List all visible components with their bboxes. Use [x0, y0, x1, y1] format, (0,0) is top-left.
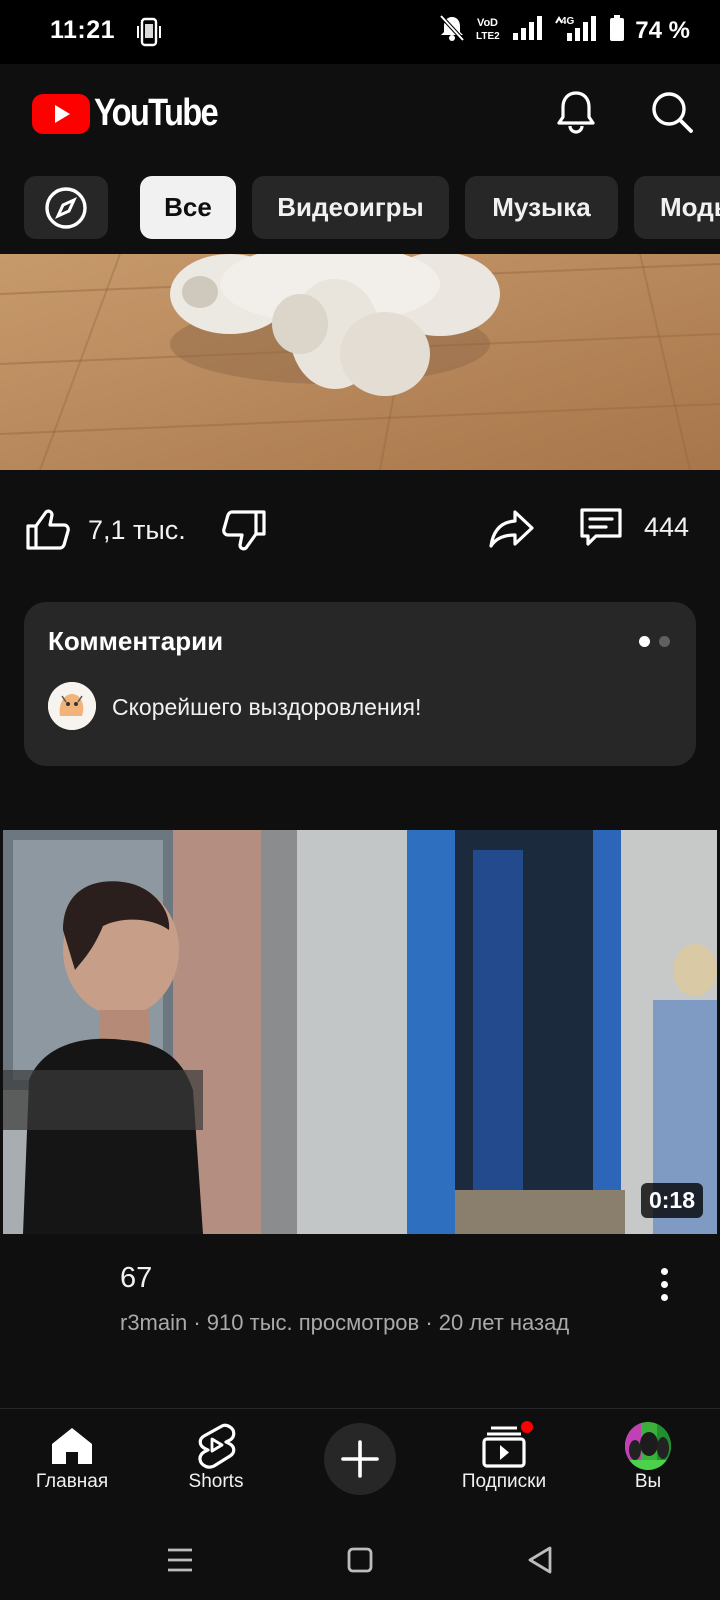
status-time: 11:21: [50, 16, 116, 44]
chip-all[interactable]: Все: [140, 176, 236, 239]
video-thumbnail[interactable]: 0:18: [3, 830, 717, 1234]
status-bar: 11:21 Vo D LTE2 4G 74 %: [0, 0, 720, 64]
bottom-nav: Главная Shorts Подписки Вы: [0, 1408, 720, 1520]
mute-icon: [439, 14, 465, 47]
logo-text: YouTube: [94, 92, 219, 134]
nav-subscriptions[interactable]: Подписки: [432, 1409, 576, 1521]
svg-text:D: D: [490, 17, 498, 29]
nav-shorts-label: Shorts: [188, 1471, 244, 1492]
battery-icon: [609, 14, 625, 47]
compass-icon: [45, 186, 87, 229]
svg-text:Vo: Vo: [477, 17, 491, 29]
signal-icon: [511, 15, 543, 46]
video-thumbnail-top[interactable]: [0, 254, 720, 470]
chip-videogames[interactable]: Видеоигры: [252, 176, 449, 239]
svg-text:LTE2: LTE2: [476, 31, 500, 42]
recents-icon[interactable]: [158, 1538, 202, 1582]
commenter-avatar: [48, 682, 96, 730]
create-button[interactable]: [324, 1423, 396, 1495]
thumbs-up-icon: [26, 509, 70, 550]
shorts-icon: [193, 1423, 239, 1469]
more-options-icon[interactable]: [648, 1262, 680, 1306]
carousel-dot-active: [639, 636, 650, 647]
comments-card[interactable]: Комментарии Скорейшего выздоровления!: [24, 602, 696, 766]
carousel-dots: [639, 636, 670, 647]
share-button[interactable]: [488, 508, 534, 550]
explore-chip[interactable]: [24, 176, 108, 239]
nav-home[interactable]: Главная: [0, 1409, 144, 1521]
comment-icon: [580, 508, 622, 546]
battery-percent: 74 %: [635, 16, 690, 44]
like-button[interactable]: 7,1 тыс.: [24, 508, 186, 552]
video-duration: 0:18: [640, 1183, 703, 1218]
video-title[interactable]: 67: [120, 1262, 152, 1295]
share-icon: [489, 510, 534, 548]
home-icon: [49, 1423, 95, 1469]
volte-icon: Vo D LTE2: [475, 14, 501, 47]
subscriptions-icon: [481, 1419, 535, 1469]
comments-count: 444: [644, 511, 690, 542]
notifications-icon[interactable]: [548, 84, 604, 140]
dislike-button[interactable]: [222, 508, 268, 554]
plus-icon: [341, 1440, 379, 1478]
you-avatar: [625, 1422, 671, 1470]
category-chips: Все Видеоигры Музыка Моды: [0, 172, 720, 242]
comments-button[interactable]: 444: [578, 504, 689, 550]
notification-badge: [519, 1419, 535, 1435]
comments-title: Комментарии: [48, 626, 224, 656]
app-header: YouTube: [0, 64, 720, 160]
youtube-logo[interactable]: YouTube: [32, 92, 237, 135]
video-meta: r3main · 910 тыс. просмотров · 20 лет на…: [120, 1310, 570, 1335]
thumbs-down-icon: [222, 510, 266, 551]
chip-mods[interactable]: Моды: [634, 176, 720, 239]
top-comment-text: Скорейшего выздоровления!: [112, 694, 422, 720]
like-count: 7,1 тыс.: [88, 514, 186, 545]
signal-4g-icon: 4G: [553, 14, 599, 47]
nav-home-label: Главная: [35, 1471, 109, 1492]
search-icon[interactable]: [644, 84, 700, 140]
youtube-play-icon: [32, 93, 90, 134]
nav-you-label: Вы: [634, 1471, 662, 1492]
video-actions: 7,1 тыс. 444: [0, 490, 720, 570]
vibrate-icon: [136, 17, 162, 47]
nav-subscriptions-label: Подписки: [461, 1471, 547, 1492]
nav-shorts[interactable]: Shorts: [144, 1409, 288, 1521]
chip-music[interactable]: Музыка: [465, 176, 618, 239]
back-icon[interactable]: [518, 1538, 562, 1582]
home-system-icon[interactable]: [338, 1538, 382, 1582]
svg-text:4G: 4G: [561, 16, 575, 27]
carousel-dot: [659, 636, 670, 647]
nav-you[interactable]: Вы: [576, 1409, 720, 1521]
system-nav-bar: [0, 1520, 720, 1600]
